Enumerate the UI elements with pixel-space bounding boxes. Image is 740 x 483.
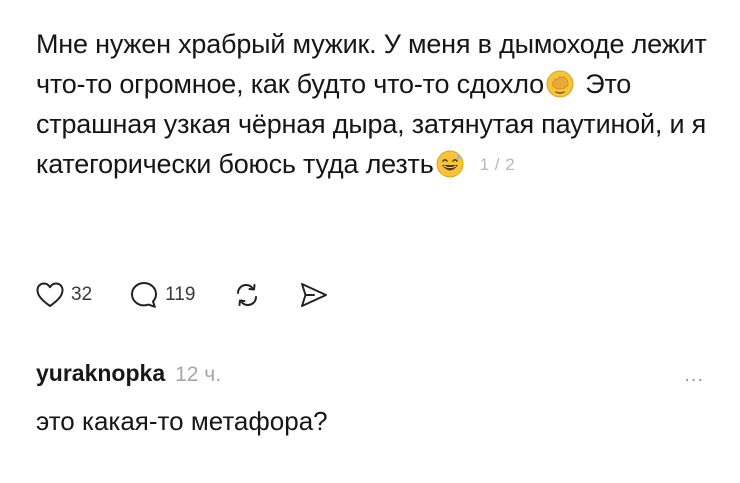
comment-count: 119 — [165, 284, 196, 305]
comment-text: это какая-то метафора? — [36, 406, 328, 436]
post-text: Мне нужен храбрый мужик. У меня в дымохо… — [36, 24, 716, 185]
comment-time: 12 ч. — [175, 363, 222, 386]
repost-icon — [237, 283, 258, 307]
speech-bubble-icon — [131, 282, 158, 308]
send-icon — [301, 283, 328, 307]
repost-button[interactable] — [233, 281, 261, 309]
face-with-hand-over-eyes-icon — [546, 70, 574, 98]
comment: yuraknopka 12 ч. это какая-то метафора? — [36, 360, 716, 437]
post-actions: 32 119 — [36, 278, 367, 312]
heart-icon — [36, 282, 64, 307]
post: Мне нужен храбрый мужик. У меня в дымохо… — [36, 24, 716, 185]
page-counter: 1 / 2 — [479, 155, 516, 174]
comment-header: yuraknopka 12 ч. — [36, 360, 716, 392]
sweat-smile-icon — [436, 150, 464, 178]
share-button[interactable] — [299, 281, 329, 309]
comment-author[interactable]: yuraknopka — [36, 360, 165, 387]
like-button[interactable]: 32 — [36, 282, 92, 308]
more-dots-icon[interactable]: ... — [684, 364, 704, 387]
comment-button[interactable]: 119 — [130, 281, 195, 309]
like-count: 32 — [71, 284, 93, 305]
